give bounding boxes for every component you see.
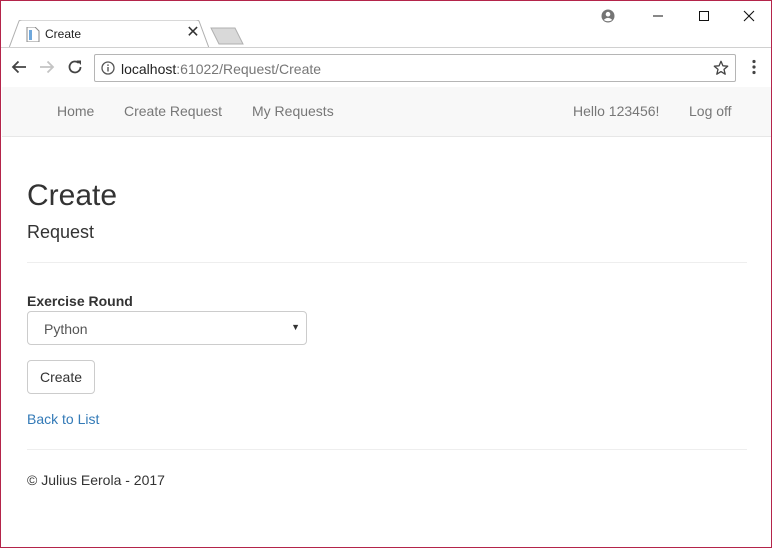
minimize-button[interactable] [635, 1, 681, 31]
address-bar[interactable]: localhost:61022/Request/Create [94, 54, 736, 82]
window-close-button[interactable] [726, 1, 772, 31]
browser-tab[interactable]: Create ✕ [9, 20, 209, 48]
select-value: Python [44, 321, 88, 337]
exercise-round-label: Exercise Round [27, 293, 133, 309]
close-icon [743, 10, 755, 22]
nav-my-requests-link[interactable]: My Requests [252, 103, 334, 119]
user-greeting-link[interactable]: Hello 123456! [573, 103, 659, 119]
page-title: Create [27, 179, 118, 212]
browser-menu-button[interactable] [744, 56, 764, 78]
footer-copyright: © Julius Eerola - 2017 [27, 472, 165, 488]
url-path: :61022/Request/Create [176, 61, 322, 77]
reload-icon [68, 60, 82, 74]
star-icon[interactable] [713, 60, 729, 76]
tab-close-icon[interactable]: ✕ [185, 24, 201, 42]
maximize-button[interactable] [681, 1, 727, 31]
profile-icon[interactable] [585, 1, 631, 31]
new-tab-button[interactable] [209, 27, 245, 45]
url-text[interactable]: localhost:61022/Request/Create [121, 61, 321, 77]
page-favicon-icon [26, 27, 40, 42]
caret-down-icon: ▼ [291, 322, 300, 332]
forward-arrow-icon [40, 60, 55, 74]
info-icon[interactable] [101, 61, 115, 75]
reload-button[interactable] [64, 56, 86, 78]
title-bar: Create ✕ [1, 1, 772, 48]
nav-home-link[interactable]: Home [57, 103, 94, 119]
back-arrow-icon [11, 60, 26, 74]
exercise-round-select[interactable]: Python ▼ [27, 311, 307, 345]
tab-title: Create [45, 27, 82, 41]
menu-icon [752, 59, 756, 75]
nav-create-request-link[interactable]: Create Request [124, 103, 222, 119]
back-to-list-link[interactable]: Back to List [27, 411, 99, 427]
site-navbar: Home Create Request My Requests Hello 12… [2, 87, 771, 137]
minimize-icon [653, 15, 663, 17]
footer-divider [27, 449, 747, 450]
browser-toolbar: localhost:61022/Request/Create [1, 47, 771, 87]
log-off-link[interactable]: Log off [689, 103, 732, 119]
forward-button[interactable] [36, 56, 58, 78]
page-subtitle: Request [27, 222, 95, 242]
maximize-icon [699, 11, 709, 21]
divider [27, 262, 747, 263]
back-button[interactable] [8, 56, 30, 78]
browser-window: Create ✕ localhost:61022/Request/Create … [0, 0, 772, 548]
url-host: localhost [121, 61, 177, 77]
create-button[interactable]: Create [27, 360, 95, 394]
